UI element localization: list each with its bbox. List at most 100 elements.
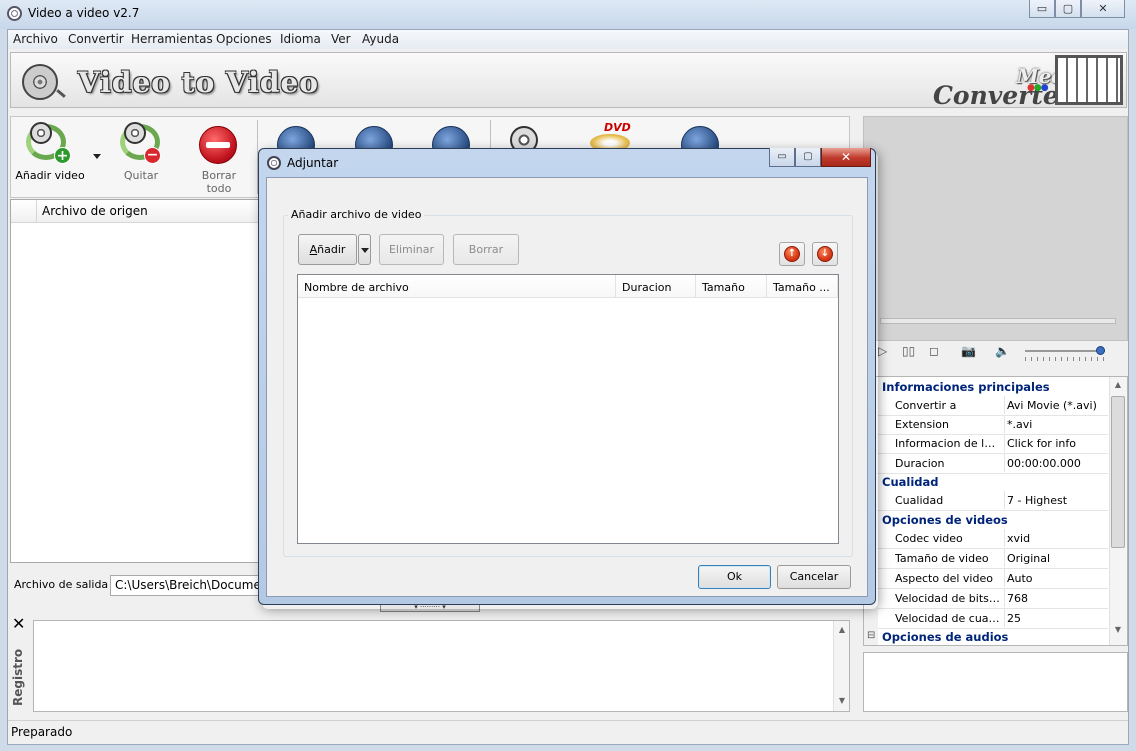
add-video-button-area[interactable]: +	[22, 120, 82, 166]
film-reel-icon	[22, 64, 58, 100]
select-column[interactable]	[11, 200, 37, 222]
prop-row[interactable]: Convertir a Avi Movie (*.avi)	[878, 396, 1108, 416]
scroll-down-icon[interactable]: ▼	[834, 696, 850, 705]
scroll-up-icon[interactable]: ▲	[1110, 380, 1126, 389]
prop-value[interactable]: *.avi	[1004, 415, 1108, 433]
category-audio-options[interactable]: Opciones de audios	[878, 628, 1108, 645]
add-dropdown-button[interactable]	[358, 234, 371, 265]
prop-value[interactable]: 7 - Highest	[1004, 491, 1108, 509]
ok-button[interactable]: Ok	[698, 565, 771, 589]
window-title: Video a video v2.7	[28, 6, 140, 20]
plus-icon: +	[54, 147, 71, 164]
volume-knob[interactable]	[1096, 346, 1105, 355]
dialog-window-controls: ▭ ▢ ✕	[769, 148, 871, 167]
prop-row[interactable]: Cualidad 7 - Highest	[878, 491, 1108, 511]
arrow-up-circle-icon: ↑	[784, 246, 800, 262]
move-down-button[interactable]: ↓	[812, 242, 838, 266]
dialog-minimize-button[interactable]: ▭	[769, 148, 795, 167]
column-size-2[interactable]: Tamaño ...	[767, 275, 838, 298]
log-area[interactable]	[33, 620, 850, 712]
prop-value[interactable]: xvid	[1004, 529, 1108, 547]
prop-row[interactable]: Codec video xvid	[878, 529, 1108, 549]
prop-row[interactable]: Tamaño de video Original	[878, 549, 1108, 569]
column-duration[interactable]: Duracion	[616, 275, 696, 298]
prop-row[interactable]: Informacion de la fu... Click for info	[878, 434, 1108, 454]
log-scrollbar[interactable]: ▲ ▼	[833, 621, 849, 711]
menu-convertir[interactable]: Convertir	[68, 32, 124, 46]
add-dropdown-arrow-icon[interactable]	[93, 154, 101, 159]
prop-value[interactable]: Click for info	[1004, 434, 1108, 452]
output-path-field[interactable]: C:\Users\Breich\Documen	[110, 575, 265, 596]
source-file-list[interactable]	[10, 199, 260, 563]
dialog-close-button[interactable]: ✕	[821, 148, 871, 167]
clear-button[interactable]: Borrar	[453, 234, 519, 265]
prop-value[interactable]: 25	[1004, 609, 1108, 627]
menu-opciones[interactable]: Opciones	[216, 32, 272, 46]
prop-row[interactable]: Velocidad de bits d... 768	[878, 589, 1108, 609]
column-size[interactable]: Tamaño	[696, 275, 767, 298]
minimize-button[interactable]: ▭	[1029, 0, 1055, 18]
prop-key: Velocidad de cuadr...	[895, 612, 1000, 625]
log-close-icon[interactable]: ✕	[12, 614, 25, 633]
prop-key: Convertir a	[895, 399, 957, 412]
window-controls: ▭ ▢ ✕	[1029, 0, 1125, 18]
stop-sign-icon[interactable]	[199, 126, 237, 164]
menu-archivo[interactable]: Archivo	[13, 32, 58, 46]
source-file-list-header: Archivo de origen	[11, 200, 259, 223]
play-button-icon[interactable]: ▷	[878, 344, 887, 358]
dvd-icon[interactable]: DVD	[604, 121, 631, 134]
add-button-label: ñadir	[317, 243, 346, 256]
remove-button-area[interactable]: −	[116, 120, 172, 166]
dialog-restore-button[interactable]: ▢	[795, 148, 821, 167]
menu-herramientas[interactable]: Herramientas	[131, 32, 213, 46]
prop-row[interactable]: Aspecto del video Auto	[878, 569, 1108, 589]
menu-idioma[interactable]: Idioma	[280, 32, 321, 46]
prop-row[interactable]: Velocidad de cuadr... 25	[878, 609, 1108, 629]
column-file-name[interactable]: Nombre de archivo	[298, 275, 616, 298]
minus-icon: −	[144, 147, 161, 164]
prop-value[interactable]: Auto	[1004, 569, 1108, 587]
stop-button-icon[interactable]: ◻	[929, 344, 939, 358]
clear-all-label[interactable]: Borrar todo	[188, 169, 250, 195]
add-button-mnemonic: A	[309, 243, 318, 256]
prop-value[interactable]: 768	[1004, 589, 1108, 607]
column-source-file[interactable]: Archivo de origen	[42, 204, 148, 218]
title-bar	[0, 0, 1136, 29]
volume-slider[interactable]	[1025, 350, 1105, 352]
move-up-button[interactable]: ↑	[779, 242, 805, 266]
group-label: Añadir archivo de video	[288, 208, 425, 221]
scroll-up-icon[interactable]: ▲	[834, 625, 850, 634]
prop-key: Velocidad de bits d...	[895, 592, 1000, 605]
arrow-down-circle-icon: ↓	[817, 246, 833, 262]
seek-bar[interactable]	[880, 318, 1116, 324]
snapshot-camera-icon[interactable]: 📷	[961, 344, 976, 358]
scroll-down-icon[interactable]: ▼	[1110, 625, 1126, 634]
volume-icon[interactable]: 🔈	[995, 344, 1010, 358]
close-button[interactable]: ✕	[1081, 0, 1125, 18]
menu-ver[interactable]: Ver	[331, 32, 351, 46]
category-quality[interactable]: Cualidad	[878, 473, 1108, 491]
dialog-file-table[interactable]: Nombre de archivo Duracion Tamaño Tamaño…	[297, 274, 839, 544]
remove-video-icon	[124, 122, 146, 144]
delete-button[interactable]: Eliminar	[379, 234, 444, 265]
properties-scroll-thumb[interactable]	[1111, 396, 1125, 548]
prop-row[interactable]: Duracion 00:00:00.000	[878, 454, 1108, 474]
restore-button[interactable]: ▢	[1055, 0, 1081, 18]
category-main-info[interactable]: Informaciones principales	[878, 378, 1108, 396]
add-button[interactable]: Añadir	[298, 234, 357, 265]
property-description	[863, 652, 1128, 712]
cancel-button[interactable]: Cancelar	[777, 565, 851, 589]
prop-row[interactable]: Extension *.avi	[878, 415, 1108, 435]
collapse-icon[interactable]: ⊟	[867, 630, 875, 641]
remove-label[interactable]: Quitar	[120, 169, 162, 182]
category-video-options[interactable]: Opciones de videos	[878, 511, 1108, 529]
add-video-label[interactable]: Añadir video	[14, 169, 86, 182]
prop-value[interactable]: 00:00:00.000	[1004, 454, 1108, 472]
prop-key: Cualidad	[895, 494, 944, 507]
prop-key: Tamaño de video	[895, 552, 989, 565]
menu-ayuda[interactable]: Ayuda	[362, 32, 399, 46]
prop-value[interactable]: Avi Movie (*.avi)	[1004, 396, 1108, 414]
log-tab[interactable]: Registro	[11, 646, 27, 706]
pause-button-icon[interactable]: ▯▯	[902, 344, 915, 358]
prop-value[interactable]: Original	[1004, 549, 1108, 567]
